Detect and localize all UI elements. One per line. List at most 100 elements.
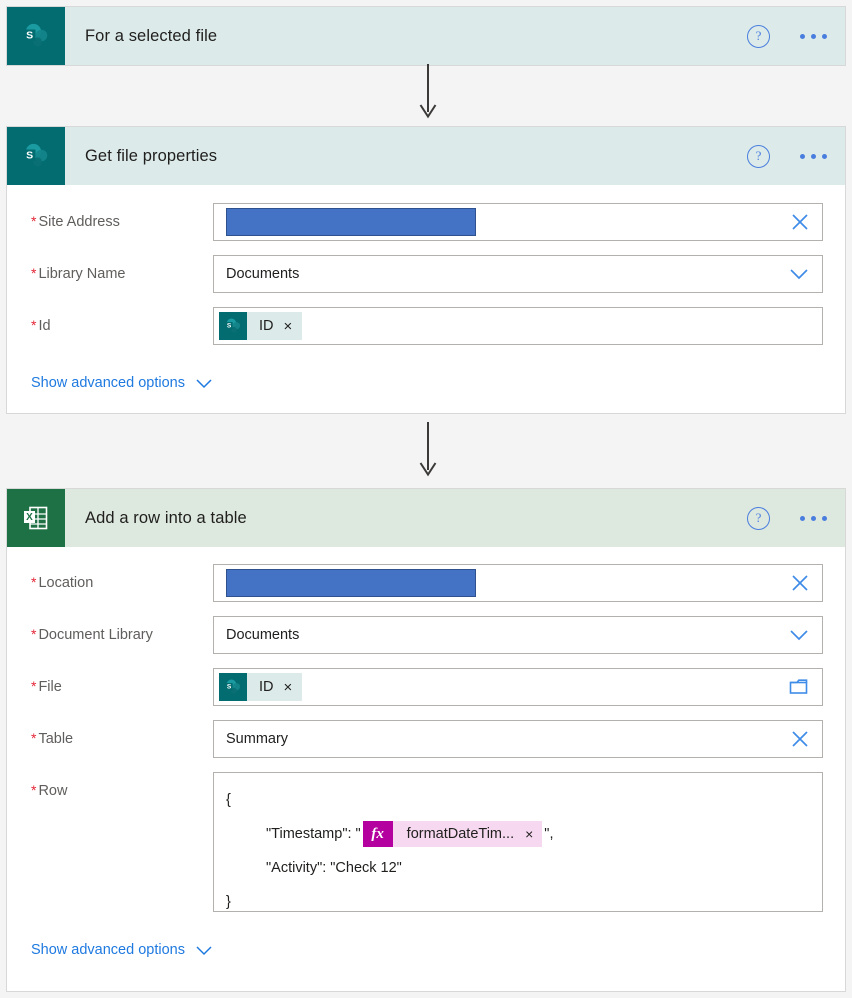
chevron-down-icon[interactable] [788,264,810,284]
token-label-id: ID [259,318,274,334]
field-label-document-library: * Document Library [31,626,153,643]
svg-text:S: S [227,322,232,329]
card-header-trigger[interactable]: S For a selected file ? [7,7,845,65]
redacted-value-block [226,208,476,236]
advanced-options-row-get-file-properties: Show advanced options [7,345,845,391]
field-row-library-name: * Library Name Documents [7,241,845,293]
location-input[interactable] [213,564,823,602]
file-picker-button[interactable] [788,677,810,697]
card-header-actions-get-file-properties: ? [747,127,829,185]
field-row-table: * Table Summary [7,706,845,758]
json-line-open: { [226,792,231,808]
required-indicator: * [31,213,37,229]
library-name-value: Documents [226,266,300,282]
token-label-wrap: ID × [247,312,303,340]
table-value: Summary [226,731,289,747]
chevron-down-icon [196,946,212,956]
clear-location-button[interactable] [790,573,810,593]
sharepoint-icon: S [219,673,247,701]
json-line-close: } [226,894,231,910]
required-indicator: * [31,678,37,694]
advanced-options-label: Show advanced options [31,375,185,391]
field-control-location [213,564,823,602]
token-label-file: ID [259,679,274,695]
card-header-actions-trigger: ? [747,7,829,65]
field-label-id: * Id [31,317,51,334]
field-row-document-library: * Document Library Documents [7,602,845,654]
field-row-row: * Row { "Timestamp": " fx formatDateTim... ×… [7,758,845,912]
excel-icon: X [7,489,65,547]
field-control-library-name: Documents [213,255,823,293]
svg-text:S: S [26,29,33,41]
svg-text:S: S [227,683,232,690]
help-icon[interactable]: ? [747,24,770,48]
document-library-select[interactable]: Documents [213,616,823,654]
svg-text:X: X [26,512,33,523]
site-address-input[interactable] [213,203,823,241]
required-indicator: * [31,730,37,746]
id-input[interactable]: S ID × [213,307,823,345]
help-icon[interactable]: ? [747,144,770,168]
required-indicator: * [31,782,37,798]
sharepoint-icon: S [7,7,65,65]
card-header-get-file-properties[interactable]: S Get file properties ? [7,127,845,185]
flow-step-card-trigger[interactable]: S For a selected file ? [6,6,846,66]
file-input[interactable]: S ID × [213,668,823,706]
required-indicator: * [31,317,37,333]
json-line-activity: "Activity": "Check 12" [266,860,402,876]
field-row-location: * Location [7,547,845,602]
field-label-file: * File [31,678,62,695]
json-timestamp-prefix: "Timestamp": " [266,826,361,842]
help-icon[interactable]: ? [747,506,770,530]
card-title-add-row-into-table: Add a row into a table [85,508,247,527]
required-indicator: * [31,626,37,642]
document-library-value: Documents [226,627,300,643]
flow-step-card-get-file-properties[interactable]: S Get file properties ? * Site Address *… [6,126,846,414]
field-label-row: * Row [31,782,68,799]
flow-step-card-add-row-into-table[interactable]: X Add a row into a table ? * Location * … [6,488,846,992]
card-title-trigger: For a selected file [85,26,218,45]
field-label-site-address: * Site Address [31,213,120,230]
remove-expression-button[interactable]: × [525,827,533,841]
card-body-add-row-into-table: * Location * Document Library Documents … [7,547,845,958]
required-indicator: * [31,265,37,281]
json-timestamp-suffix: ", [544,826,554,842]
field-row-file: * File S ID × [7,654,845,706]
row-json-content: { "Timestamp": " fx formatDateTim... × ", "A… [226,783,810,919]
expression-token-formatdatetime[interactable]: fx formatDateTim... × [362,821,543,848]
more-commands-icon[interactable] [798,28,829,45]
clear-table-button[interactable] [790,729,810,749]
show-advanced-options-link-get-file-properties[interactable]: Show advanced options [31,375,213,391]
sharepoint-icon: S [219,312,247,340]
advanced-options-label: Show advanced options [31,942,185,958]
token-label-wrap: ID × [247,673,303,701]
svg-text:S: S [26,149,33,161]
field-control-document-library: Documents [213,616,823,654]
clear-site-address-button[interactable] [790,212,810,232]
field-row-id: * Id S ID × [7,293,845,345]
chevron-down-icon [196,379,212,389]
dynamic-content-token-file[interactable]: S ID × [219,673,303,701]
field-control-file: S ID × [213,668,823,706]
more-commands-icon[interactable] [798,148,829,165]
table-select[interactable]: Summary [213,720,823,758]
remove-token-button[interactable]: × [284,319,293,334]
flow-connector-arrow-2 [419,422,437,480]
dynamic-content-token-id[interactable]: S ID × [219,312,303,340]
field-control-id: S ID × [213,307,823,345]
required-indicator: * [31,574,37,590]
row-json-editor[interactable]: { "Timestamp": " fx formatDateTim... × ", "A… [213,772,823,912]
field-row-site-address: * Site Address [7,185,845,241]
chevron-down-icon[interactable] [788,625,810,645]
library-name-select[interactable]: Documents [213,255,823,293]
card-title-get-file-properties: Get file properties [85,146,218,165]
fx-icon: fx [362,821,393,848]
show-advanced-options-link-add-row-into-table[interactable]: Show advanced options [31,942,213,958]
card-header-add-row-into-table[interactable]: X Add a row into a table ? [7,489,845,547]
remove-token-button[interactable]: × [284,680,293,695]
field-label-library-name: * Library Name [31,265,126,282]
field-control-row: { "Timestamp": " fx formatDateTim... × ", "A… [213,772,823,912]
field-label-table: * Table [31,730,74,747]
flow-connector-arrow-1 [419,64,437,122]
more-commands-icon[interactable] [798,510,829,527]
